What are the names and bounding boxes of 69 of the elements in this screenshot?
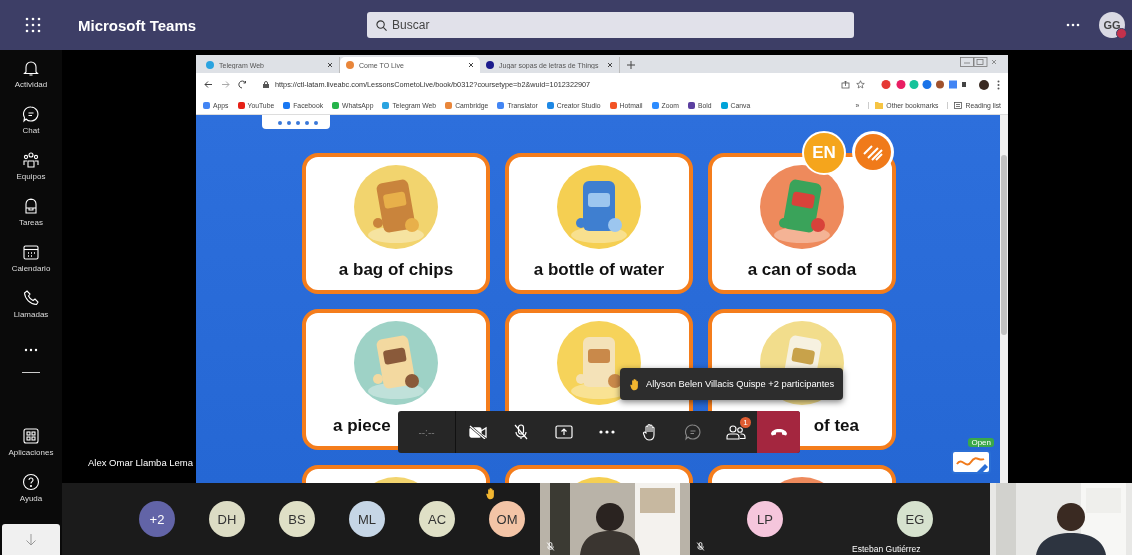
close-icon[interactable] <box>327 62 333 68</box>
more-options-icon[interactable] <box>1066 23 1080 27</box>
tooltip-text: Allyson Belen Villacis Quispe +2 participantes <box>646 379 835 389</box>
app-title: Microsoft Teams <box>78 16 197 34</box>
rail-item[interactable]: Equipos <box>0 148 62 194</box>
apps-icon <box>22 427 40 445</box>
participant-avatar[interactable]: AC <box>419 501 455 537</box>
participant-avatar[interactable]: EG <box>897 501 933 537</box>
card-label: a can of soda <box>747 260 857 280</box>
back-icon[interactable] <box>204 80 213 89</box>
app-launcher-icon[interactable] <box>25 17 41 33</box>
bell-icon <box>22 59 40 77</box>
search-field[interactable]: Buscar <box>367 12 855 38</box>
close-icon[interactable] <box>607 62 613 68</box>
card-label: a bottle of water <box>533 260 665 280</box>
people-icon <box>22 151 40 169</box>
people-icon <box>725 424 746 440</box>
lock-icon <box>263 81 269 88</box>
camera-off-icon <box>468 425 487 439</box>
rail-item[interactable]: Llamadas <box>0 286 62 332</box>
count-badge: 1 <box>740 417 751 428</box>
participant-avatar[interactable]: DH <box>209 501 245 537</box>
call-timer: --:-- <box>417 425 436 440</box>
participant-avatar[interactable]: BS <box>279 501 315 537</box>
scrollbar[interactable] <box>1000 115 1008 483</box>
participant-name: Esteban Gutiérrez <box>852 544 921 554</box>
more-icon <box>598 430 615 434</box>
chat-icon <box>683 423 702 441</box>
card-label: of tea <box>813 416 859 436</box>
folder-icon <box>875 101 884 109</box>
card-label: a piece <box>333 416 391 436</box>
raised-hand-icon <box>629 377 641 391</box>
chat-icon <box>22 105 40 123</box>
reading-list-icon <box>954 101 963 109</box>
close-icon[interactable] <box>468 62 474 68</box>
whiteboard-icon <box>951 450 991 474</box>
new-tab-icon[interactable] <box>627 61 635 69</box>
reload-icon[interactable] <box>238 80 247 89</box>
rail-item[interactable]: Tareas <box>0 194 62 240</box>
star-icon[interactable] <box>856 80 865 89</box>
card-label: a bag of chips <box>338 260 454 280</box>
participants-button[interactable]: 1 <box>714 411 757 453</box>
download-icon <box>24 532 38 547</box>
menu-icon[interactable] <box>997 79 1000 90</box>
share-screen-icon <box>554 425 573 439</box>
help-icon <box>22 473 40 491</box>
mic-off-icon <box>512 424 529 440</box>
rail-item[interactable]: Chat <box>0 102 62 148</box>
phone-icon <box>769 428 788 436</box>
profile-avatar[interactable] <box>979 79 989 90</box>
calendar-icon <box>22 243 40 261</box>
hang-up-button[interactable] <box>757 411 800 453</box>
participant-name: Alex Omar Llamba Lema <box>88 457 194 468</box>
rail-item[interactable]: Actividad <box>0 56 62 102</box>
participant-avatar[interactable]: LP <box>747 501 783 537</box>
vocab-card[interactable]: a bag of chips <box>302 153 490 294</box>
backpack-icon <box>22 197 40 215</box>
rail-item[interactable]: Ayuda <box>0 470 62 516</box>
vocab-card[interactable]: a bottle of water <box>505 153 693 294</box>
rail-item[interactable]: Calendario <box>0 240 62 286</box>
share-icon[interactable] <box>841 80 850 89</box>
rail-item[interactable]: Aplicaciones <box>0 424 62 470</box>
participant-avatar[interactable]: +2 <box>139 501 175 537</box>
phone-icon <box>22 289 40 307</box>
user-avatar[interactable]: GG <box>1099 12 1125 38</box>
participant-avatar[interactable]: ML <box>349 501 385 537</box>
more-apps-icon[interactable] <box>24 348 38 352</box>
ribbon-drawing <box>262 115 330 129</box>
hand-icon <box>641 423 658 441</box>
